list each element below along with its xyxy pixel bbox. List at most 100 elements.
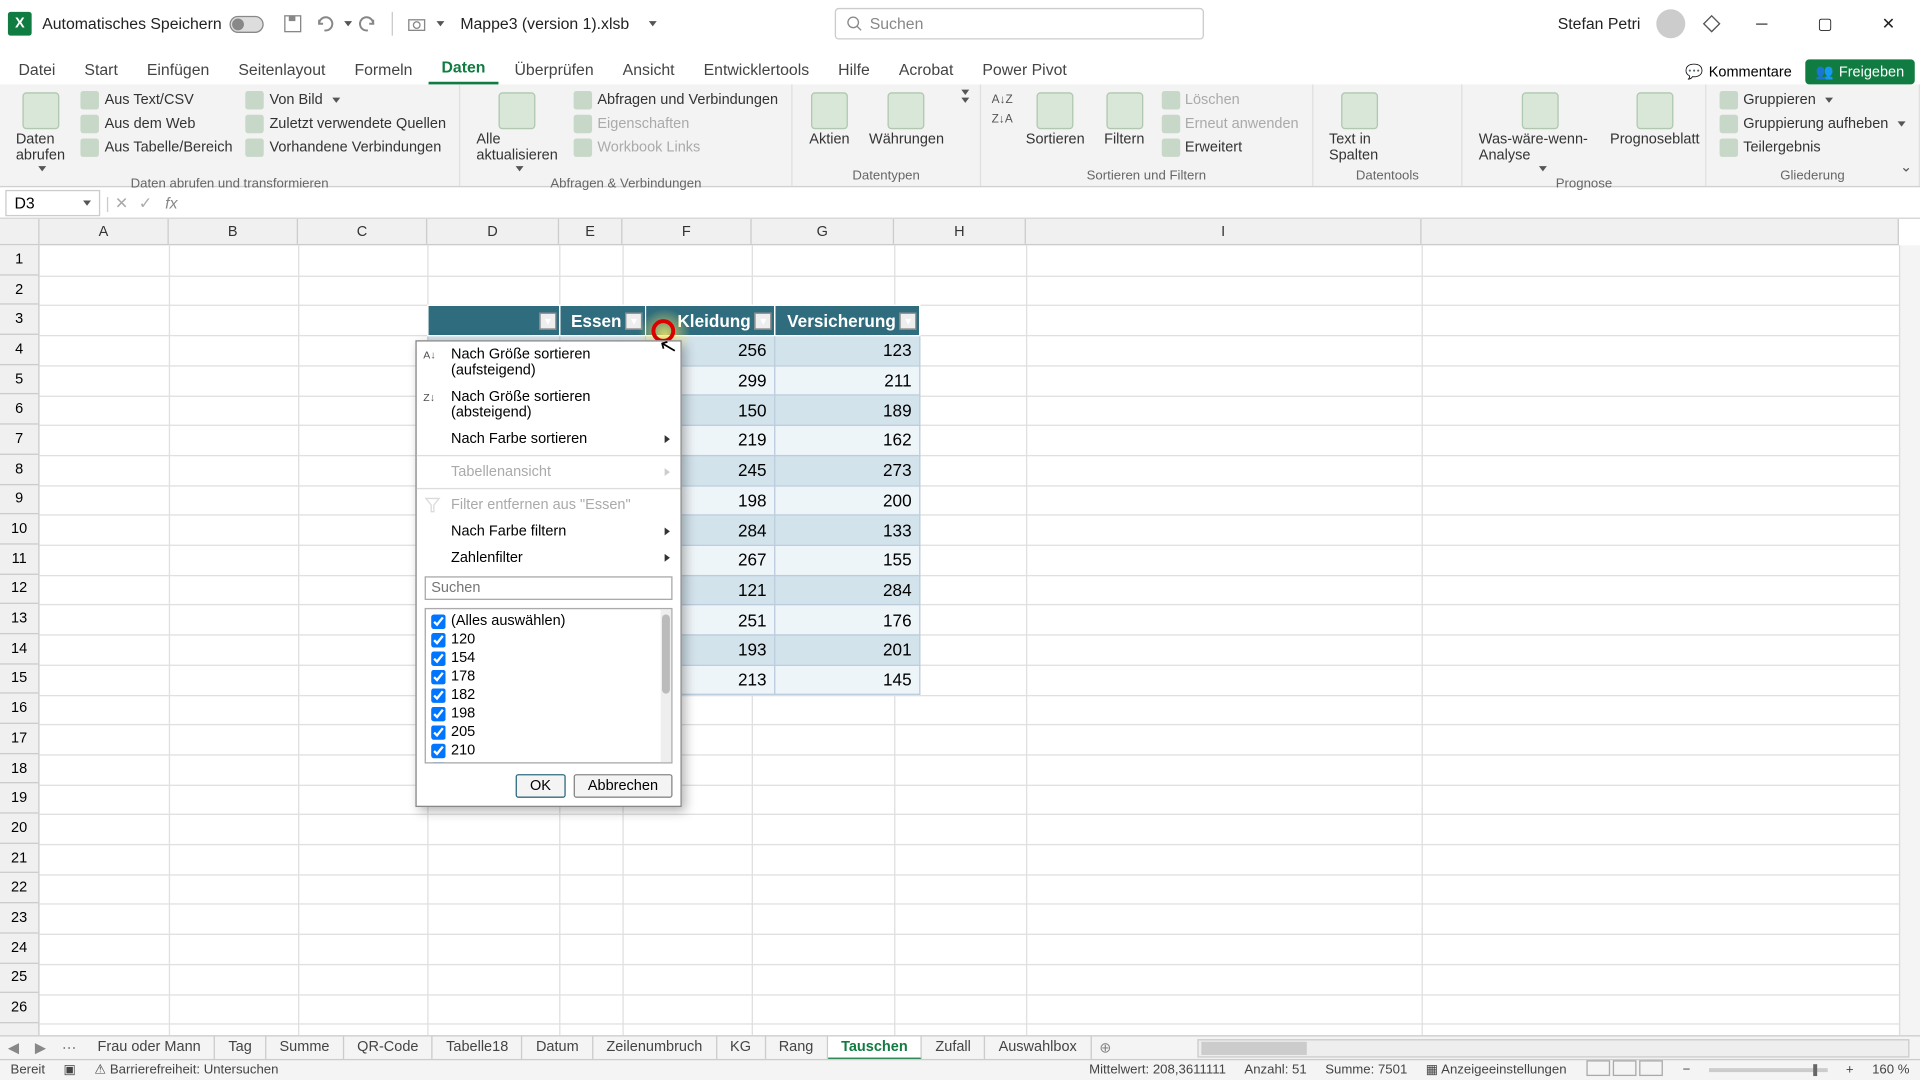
whatif-button[interactable]: Was-wäre-wenn-Analyse bbox=[1474, 90, 1608, 174]
sheet-list[interactable]: ⋯ bbox=[54, 1039, 84, 1056]
row-header-25[interactable]: 25 bbox=[0, 963, 38, 993]
vertical-scrollbar[interactable] bbox=[1899, 245, 1920, 1035]
recent-sources[interactable]: Zuletzt verwendete Quellen bbox=[243, 113, 449, 134]
row-header-3[interactable]: 3 bbox=[0, 305, 38, 335]
row-header-24[interactable]: 24 bbox=[0, 933, 38, 963]
row-header-13[interactable]: 13 bbox=[0, 604, 38, 634]
sheet-tab-tauschen[interactable]: Tauschen bbox=[828, 1036, 922, 1060]
sheet-nav-next[interactable]: ▶ bbox=[27, 1039, 54, 1056]
from-text-csv[interactable]: Aus Text/CSV bbox=[78, 90, 235, 111]
table-cell[interactable]: 123 bbox=[775, 336, 920, 366]
camera-icon[interactable] bbox=[406, 13, 427, 34]
filter-value-checkbox[interactable]: 120 bbox=[431, 630, 666, 648]
zoom-out[interactable]: − bbox=[1683, 1063, 1691, 1078]
from-table-range[interactable]: Aus Tabelle/Bereich bbox=[78, 137, 235, 158]
row-header-19[interactable]: 19 bbox=[0, 784, 38, 814]
tab-entwicklertools[interactable]: Entwicklertools bbox=[690, 55, 822, 84]
currencies-button[interactable]: Währungen bbox=[864, 90, 950, 151]
filter-value-checkbox[interactable]: 225 bbox=[431, 760, 666, 764]
row-header-6[interactable]: 6 bbox=[0, 395, 38, 425]
new-sheet[interactable]: ⊕ bbox=[1091, 1039, 1119, 1056]
filter-value-checkbox[interactable]: 178 bbox=[431, 667, 666, 685]
sort-button[interactable]: Sortieren bbox=[1021, 90, 1090, 151]
filter-value-checkbox[interactable]: 154 bbox=[431, 649, 666, 667]
row-header-18[interactable]: 18 bbox=[0, 754, 38, 784]
queries-connections[interactable]: Abfragen und Verbindungen bbox=[571, 90, 781, 111]
minimize-button[interactable]: ─ bbox=[1738, 5, 1785, 42]
sheet-nav-prev[interactable]: ◀ bbox=[0, 1039, 27, 1056]
stocks-button[interactable]: Aktien bbox=[803, 90, 856, 151]
sort-asc-icon[interactable]: A↓Z bbox=[992, 90, 1013, 108]
share-button[interactable]: 👥 Freigeben bbox=[1805, 59, 1915, 84]
column-headers[interactable]: ABCDEFGHI bbox=[40, 219, 1899, 245]
filter-value-checkbox[interactable]: 210 bbox=[431, 741, 666, 759]
horizontal-scrollbar[interactable] bbox=[1197, 1038, 1909, 1056]
filter-dropdown-icon[interactable]: ▾ bbox=[539, 313, 556, 330]
macro-icon[interactable]: ▣ bbox=[63, 1063, 75, 1078]
row-header-26[interactable]: 26 bbox=[0, 993, 38, 1023]
sheet-tab-tabelle18[interactable]: Tabelle18 bbox=[433, 1036, 523, 1060]
view-buttons[interactable] bbox=[1585, 1060, 1664, 1080]
search-box[interactable]: Suchen bbox=[834, 8, 1203, 40]
row-header-12[interactable]: 12 bbox=[0, 574, 38, 604]
ok-button[interactable]: OK bbox=[515, 774, 565, 798]
ungroup-button[interactable]: Gruppierung aufheben bbox=[1717, 113, 1908, 134]
undo-icon[interactable] bbox=[314, 13, 335, 34]
row-header-8[interactable]: 8 bbox=[0, 455, 38, 485]
select-all-checkbox[interactable]: (Alles auswählen) bbox=[431, 612, 666, 630]
username[interactable]: Stefan Petri bbox=[1558, 15, 1641, 33]
sheet-tab-datum[interactable]: Datum bbox=[523, 1036, 593, 1060]
redo-icon[interactable] bbox=[357, 13, 378, 34]
number-filters[interactable]: Zahlenfilter bbox=[417, 545, 681, 571]
row-header-10[interactable]: 10 bbox=[0, 515, 38, 545]
row-header-7[interactable]: 7 bbox=[0, 425, 38, 455]
subtotal-button[interactable]: Teilergebnis bbox=[1717, 137, 1908, 158]
column-header-H[interactable]: H bbox=[894, 219, 1026, 244]
filter-button[interactable]: Filtern bbox=[1098, 90, 1151, 151]
row-header-4[interactable]: 4 bbox=[0, 335, 38, 365]
sheet-tab-qr-code[interactable]: QR-Code bbox=[344, 1036, 433, 1060]
text-to-columns[interactable]: Text in Spalten bbox=[1324, 90, 1396, 166]
row-header-15[interactable]: 15 bbox=[0, 664, 38, 694]
checklist-scrollbar[interactable] bbox=[661, 609, 672, 762]
zoom-slider[interactable] bbox=[1709, 1068, 1828, 1072]
spreadsheet-grid[interactable]: ABCDEFGHI 123456789101112131415161718192… bbox=[0, 219, 1920, 1035]
row-header-14[interactable]: 14 bbox=[0, 634, 38, 664]
row-header-16[interactable]: 16 bbox=[0, 694, 38, 724]
table-cell[interactable]: 176 bbox=[775, 605, 920, 635]
tab-acrobat[interactable]: Acrobat bbox=[886, 55, 967, 84]
table-cell[interactable]: 273 bbox=[775, 455, 920, 485]
select-all-corner[interactable] bbox=[0, 219, 40, 245]
group-button[interactable]: Gruppieren bbox=[1717, 90, 1908, 111]
filter-checklist[interactable]: (Alles auswählen) 1201541781821982052102… bbox=[425, 608, 673, 764]
row-header-23[interactable]: 23 bbox=[0, 903, 38, 933]
toggle-switch[interactable] bbox=[230, 15, 264, 32]
cancel-button[interactable]: Abbrechen bbox=[573, 774, 672, 798]
sort-ascending[interactable]: A↓ Nach Größe sortieren (aufsteigend) bbox=[417, 342, 681, 384]
forecast-button[interactable]: Prognoseblatt bbox=[1615, 90, 1694, 151]
sheet-tab-rang[interactable]: Rang bbox=[766, 1036, 828, 1060]
table-cell[interactable]: 200 bbox=[775, 485, 920, 515]
table-cell[interactable]: 162 bbox=[775, 425, 920, 455]
tab-einfügen[interactable]: Einfügen bbox=[134, 55, 223, 84]
sort-desc-icon[interactable]: Z↓A bbox=[992, 109, 1013, 127]
column-header-D[interactable]: D bbox=[427, 219, 559, 244]
filter-search-input[interactable] bbox=[425, 576, 673, 600]
refresh-all-button[interactable]: Alle aktualisieren bbox=[471, 90, 563, 174]
tab-seitenlayout[interactable]: Seitenlayout bbox=[225, 55, 338, 84]
tab-datei[interactable]: Datei bbox=[5, 55, 68, 84]
undo-dropdown[interactable] bbox=[344, 21, 352, 26]
row-header-21[interactable]: 21 bbox=[0, 844, 38, 874]
sheet-tab-auswahlbox[interactable]: Auswahlbox bbox=[985, 1036, 1091, 1060]
qat-more[interactable] bbox=[437, 21, 445, 26]
diamond-icon[interactable] bbox=[1701, 13, 1722, 34]
display-settings[interactable]: ▦ Anzeigeeinstellungen bbox=[1426, 1063, 1567, 1078]
column-header-I[interactable]: I bbox=[1026, 219, 1422, 244]
sort-by-color[interactable]: Nach Farbe sortieren bbox=[417, 426, 681, 452]
from-image[interactable]: Von Bild bbox=[243, 90, 449, 111]
existing-connections[interactable]: Vorhandene Verbindungen bbox=[243, 137, 449, 158]
row-header-17[interactable]: 17 bbox=[0, 724, 38, 754]
name-box[interactable]: D3 bbox=[5, 189, 100, 215]
column-header-E[interactable]: E bbox=[559, 219, 622, 244]
tab-überprüfen[interactable]: Überprüfen bbox=[501, 55, 607, 84]
